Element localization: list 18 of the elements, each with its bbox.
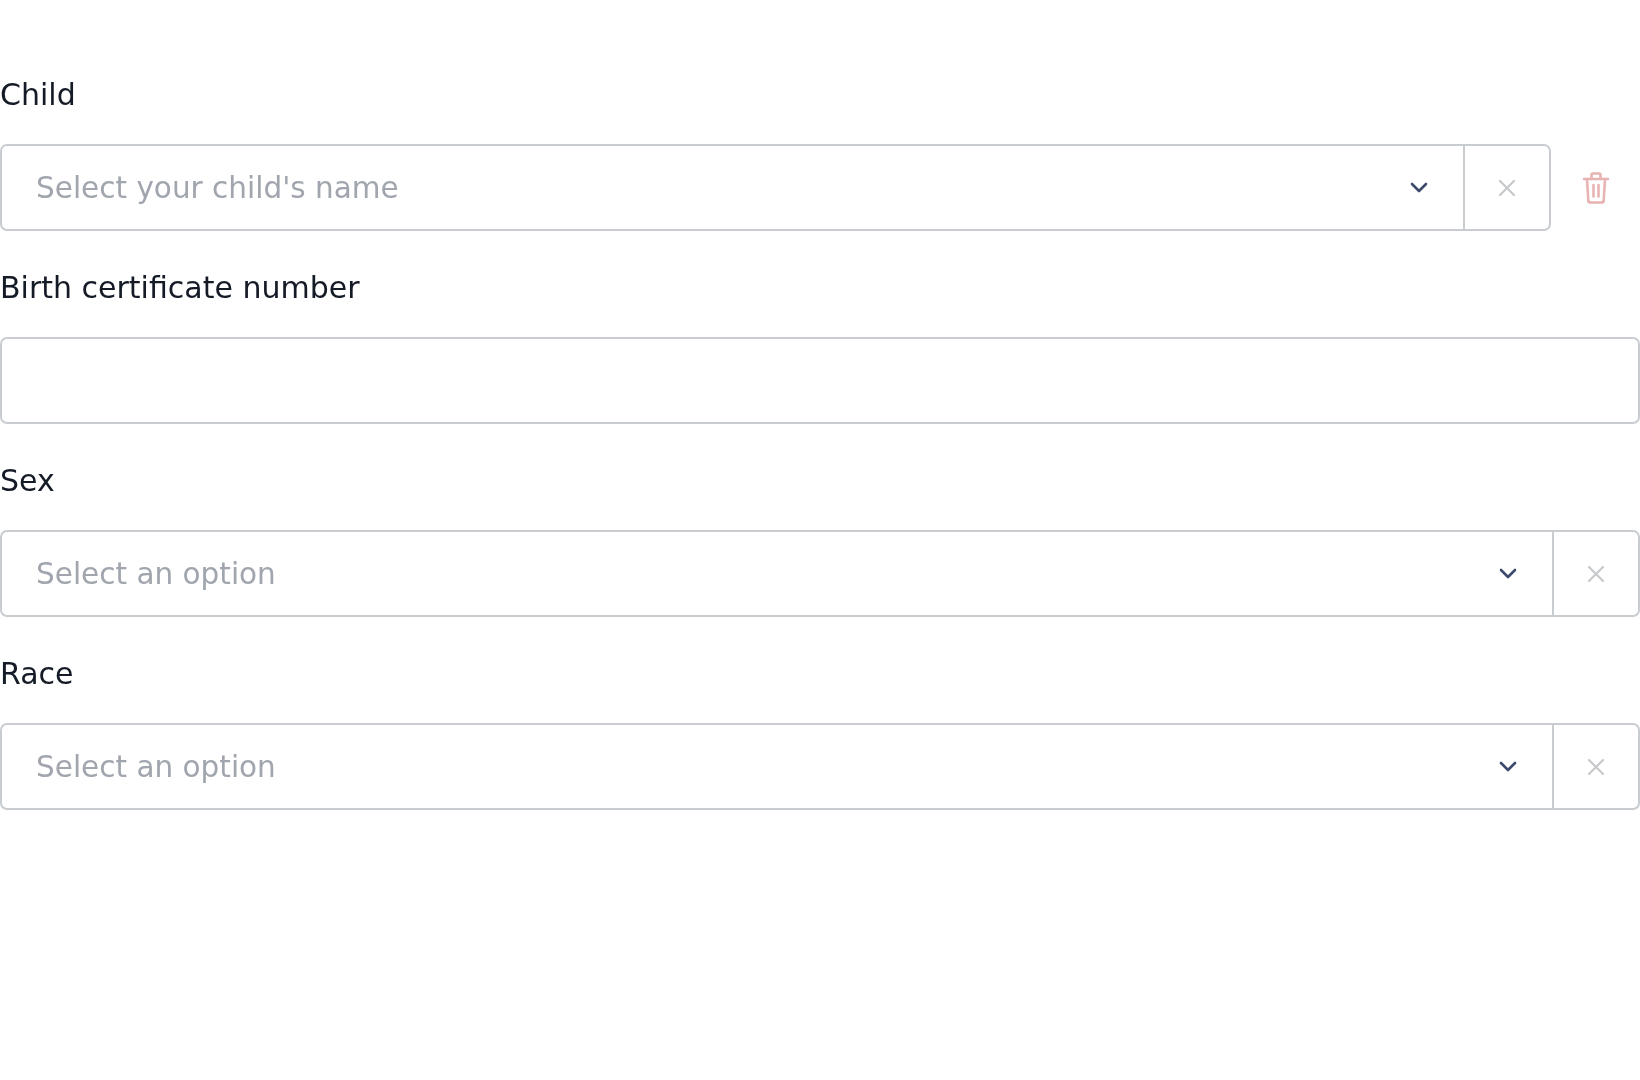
cross-icon: [1587, 564, 1605, 583]
select-field[interactable]: Select your child's name: [0, 144, 1551, 231]
field-label: Race: [0, 655, 74, 693]
chevron-down-icon: [1499, 761, 1517, 772]
chevron-down-icon: [1499, 568, 1517, 579]
cross-icon: [1587, 757, 1605, 776]
select-field[interactable]: Select an option: [0, 530, 1640, 617]
field-label: Child: [0, 76, 76, 114]
select-field[interactable]: Select an option: [0, 723, 1640, 810]
chevron-down-icon: [1410, 182, 1428, 193]
field-label: Sex: [0, 462, 55, 500]
placeholder-text: Select an option: [36, 556, 277, 591]
field-label: Birth certificate number: [0, 269, 360, 307]
trash-icon: [1581, 171, 1610, 204]
cross-icon: [1498, 178, 1516, 197]
placeholder-text: Select an option: [36, 749, 277, 784]
placeholder-text: Select your child's name: [36, 170, 400, 205]
text-field[interactable]: [0, 337, 1640, 424]
